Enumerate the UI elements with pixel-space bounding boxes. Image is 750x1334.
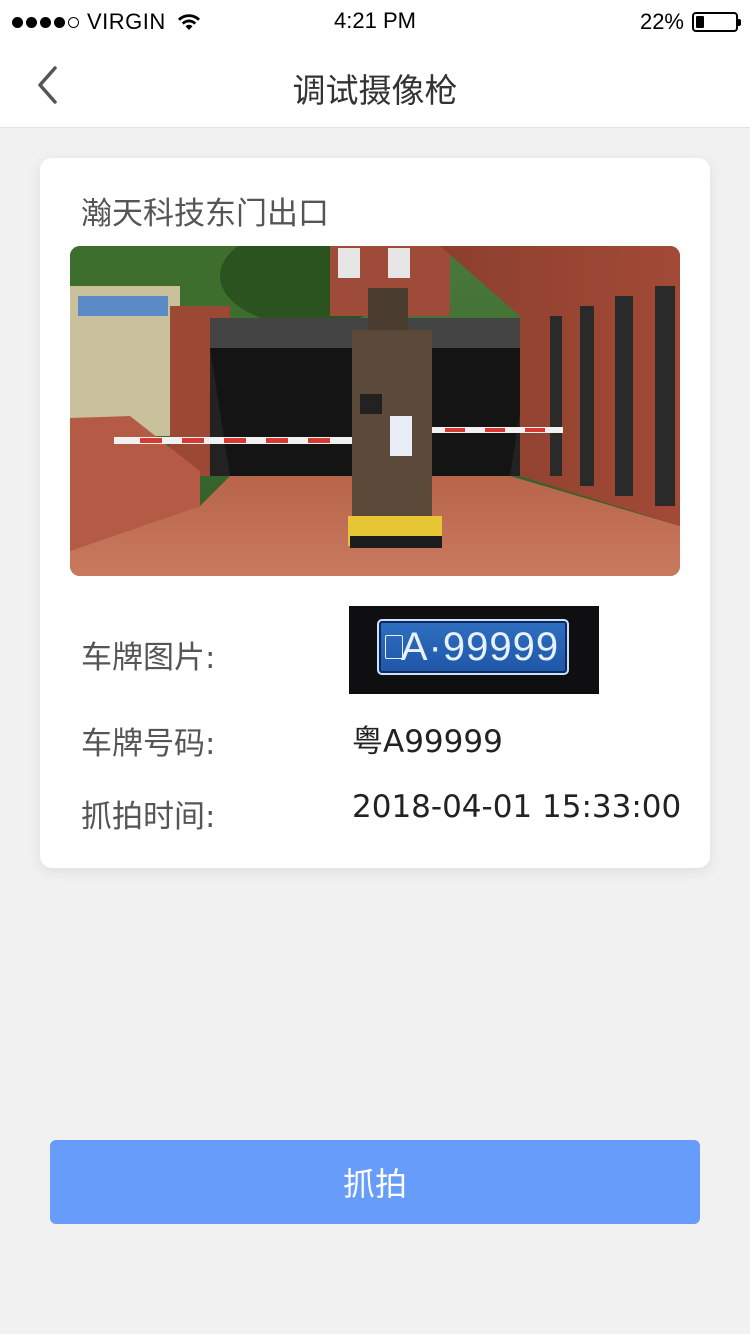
plate-number-label: 车牌号码: — [81, 726, 216, 762]
status-time: 4:21 PM — [334, 8, 416, 33]
battery-level — [696, 16, 705, 28]
plate-image[interactable]: A·99999 — [349, 606, 599, 694]
capture-button[interactable]: 抓拍 — [50, 1140, 700, 1224]
license-plate: A·99999 — [377, 619, 569, 675]
battery-icon — [692, 12, 741, 32]
battery-percent: 22% — [639, 9, 684, 34]
navigation-bar: 调试摄像枪 — [0, 42, 750, 128]
plate-number-value: 粤A99999 — [352, 724, 503, 760]
camera-info-card: 瀚天科技东门出口 车牌图片: A·99999 车牌号码: 粤A99999 抓拍时… — [40, 158, 710, 868]
capture-time-value: 2018-04-01 15:33:00 — [352, 789, 682, 825]
plate-image-text: A·99999 — [400, 624, 560, 669]
status-bar: VIRGIN 4:21 PM 22% — [0, 0, 750, 42]
camera-name: 瀚天科技东门出口 — [81, 196, 329, 232]
capture-time-label: 抓拍时间: — [81, 799, 216, 835]
parking-gate-photo — [70, 246, 680, 576]
province-badge-icon — [385, 635, 403, 659]
page-title: 调试摄像枪 — [292, 71, 458, 110]
status-right: 22% — [639, 9, 741, 35]
camera-snapshot-image[interactable] — [70, 246, 680, 576]
plate-image-label: 车牌图片: — [81, 640, 216, 676]
